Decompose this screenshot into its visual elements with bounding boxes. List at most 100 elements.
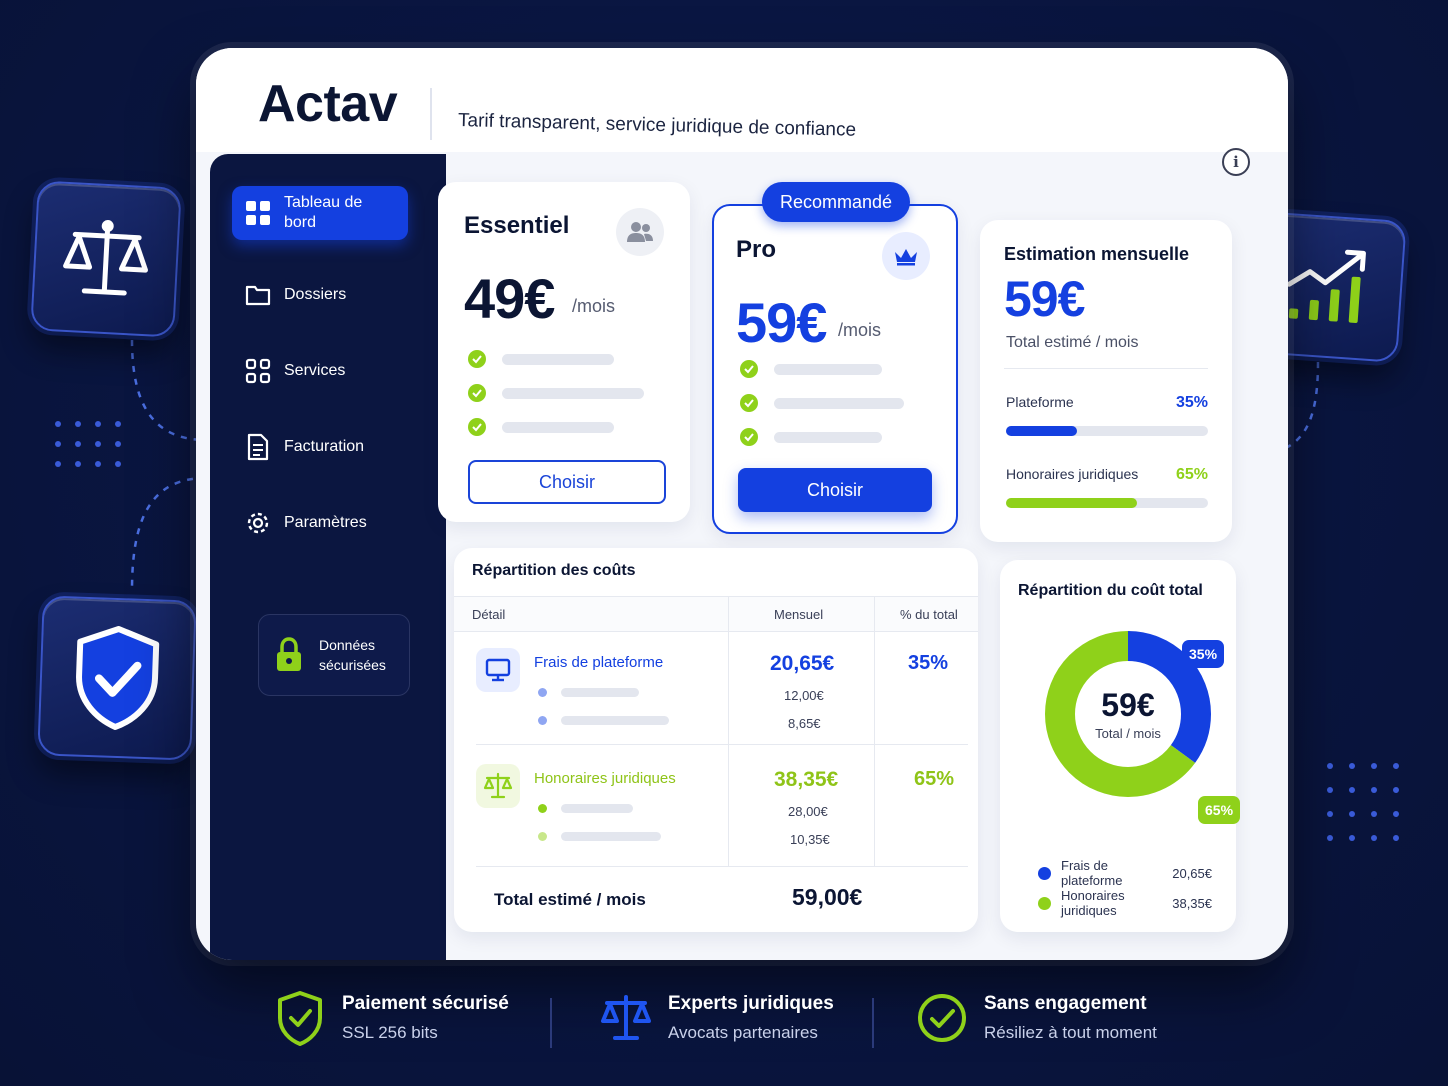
sidebar-item-label: Services [284,362,346,379]
feature-legal-experts: Experts juridiques Avocats partenaires [598,990,834,1046]
sidebar-item-facturation[interactable]: Facturation [232,420,408,474]
plan-price: 49€ [464,267,555,330]
recommended-badge: Recommandé [762,182,910,222]
check-icon [468,418,486,436]
scale-icon [598,990,654,1046]
growth-chart-icon [1286,249,1366,323]
feature-secure-payment: Paiement sécurisé SSL 256 bits [272,990,509,1046]
plan-feature [468,418,614,436]
cost-breakdown-table: Répartition des coûts Détail Mensuel % d… [454,548,978,932]
column-header-share: % du total [900,607,958,622]
feature-title: Paiement sécurisé [342,993,509,1014]
sidebar-item-label: Paramètres [284,514,367,531]
grid-icon [232,358,284,384]
plan-feature [740,428,882,446]
shield-check-icon [272,990,328,1046]
dashboard-icon [232,200,284,226]
plan-name: Essentiel [464,212,570,239]
document-icon [232,433,284,461]
check-icon [740,428,758,446]
estimate-amount: 59€ [1004,271,1085,327]
row-sub-amount: 28,00€ [788,804,828,819]
check-icon [468,350,486,368]
total-label: Total estimé / mois [494,890,646,909]
total-value: 59,00€ [792,884,863,910]
legend-name: Honoraires juridiques [1061,888,1125,918]
row-sub-amount: 10,35€ [790,832,830,847]
header-divider [430,88,432,140]
sidebar-item-dossiers[interactable]: Dossiers [232,268,408,322]
row-name-platform[interactable]: Frais de plateforme [534,654,663,671]
plan-feature [740,360,882,378]
check-icon [740,394,758,412]
sidebar-item-label: Tableau de bord [284,194,363,231]
column-header-detail: Détail [472,607,506,622]
sidebar-item-dashboard[interactable]: Tableau de bord [232,186,408,240]
gear-icon [232,509,284,537]
plan-feature [468,350,614,368]
platform-progress-bar [1006,426,1208,436]
chart-title: Répartition du coût total [1018,582,1203,599]
app-tagline: Tarif transparent, service juridique de … [457,110,857,141]
app-window: Actav Tarif transparent, service juridiq… [196,48,1288,960]
users-icon [616,208,664,256]
table-header: Détail Mensuel % du total [454,596,978,632]
sidebar-item-parametres[interactable]: Paramètres [232,496,408,550]
estimate-row-pct: 65% [1175,466,1208,483]
trust-footer: Paiement sécurisé SSL 256 bits Experts j… [0,984,1448,1064]
choose-pro-button[interactable]: Choisir [738,468,932,512]
plan-name: Pro [736,236,777,263]
check-icon [468,384,486,402]
divider [1004,368,1208,369]
legend-swatch [1038,866,1051,880]
feature-no-commitment: Sans engagement Résiliez à tout moment [914,990,1157,1046]
info-icon[interactable]: i [1222,148,1250,176]
scale-icon [63,220,148,296]
folder-icon [232,283,284,307]
row-share: 35% [908,652,949,674]
choose-essentiel-button[interactable]: Choisir [468,460,666,504]
legend-item: Honoraires juridiques 38,35€ [1038,888,1212,918]
plan-unit: /mois [572,296,616,316]
estimate-row-label: Plateforme [1006,394,1074,410]
top-bar: Actav Tarif transparent, service juridiq… [196,48,1288,152]
slice-label-fees: 65% [1198,796,1241,824]
legend-swatch [1038,896,1051,910]
sidebar-item-label: Facturation [284,438,365,455]
plan-price: 59€ [736,291,827,354]
row-share: 65% [914,768,955,790]
sub-line [538,804,633,813]
feature-subtitle: Avocats partenaires [668,1023,818,1042]
app-logo[interactable]: Actav [258,74,398,134]
estimate-subtitle: Total estimé / mois [1006,334,1139,351]
sidebar-item-services[interactable]: Services [232,344,408,398]
cost-donut-card: Répartition du coût total 59€ Total / mo… [1000,560,1241,932]
row-divider [476,744,968,745]
row-amount: 38,35€ [774,768,839,791]
row-divider [476,866,968,867]
row-name-fees[interactable]: Honoraires juridiques [534,770,676,787]
lock-icon [259,637,319,673]
floating-scale-tile [30,180,182,338]
sub-line [538,832,661,841]
column-divider [728,596,729,866]
donut-center-label: Total / mois [1095,726,1161,741]
feature-subtitle: Résiliez à tout moment [984,1023,1157,1042]
footer-divider [872,998,874,1048]
row-amount: 20,65€ [770,652,835,675]
feature-subtitle: SSL 256 bits [342,1023,438,1042]
fees-progress-fill [1006,498,1138,508]
check-icon [740,360,758,378]
plan-feature [468,384,644,402]
scale-icon [476,764,520,808]
column-divider [874,596,875,866]
sub-line [538,688,639,697]
sidebar: Tableau de bord Dossiers Services Factur… [210,154,446,960]
secure-data-label: Données sécurisées [319,637,386,673]
floating-shield-tile [37,595,197,761]
secure-data-badge: Données sécurisées [258,614,410,696]
column-header-monthly: Mensuel [774,607,824,622]
slice-label-platform: 35% [1182,640,1225,668]
plan-feature [740,394,904,412]
estimate-title: Estimation mensuelle [1004,244,1190,264]
